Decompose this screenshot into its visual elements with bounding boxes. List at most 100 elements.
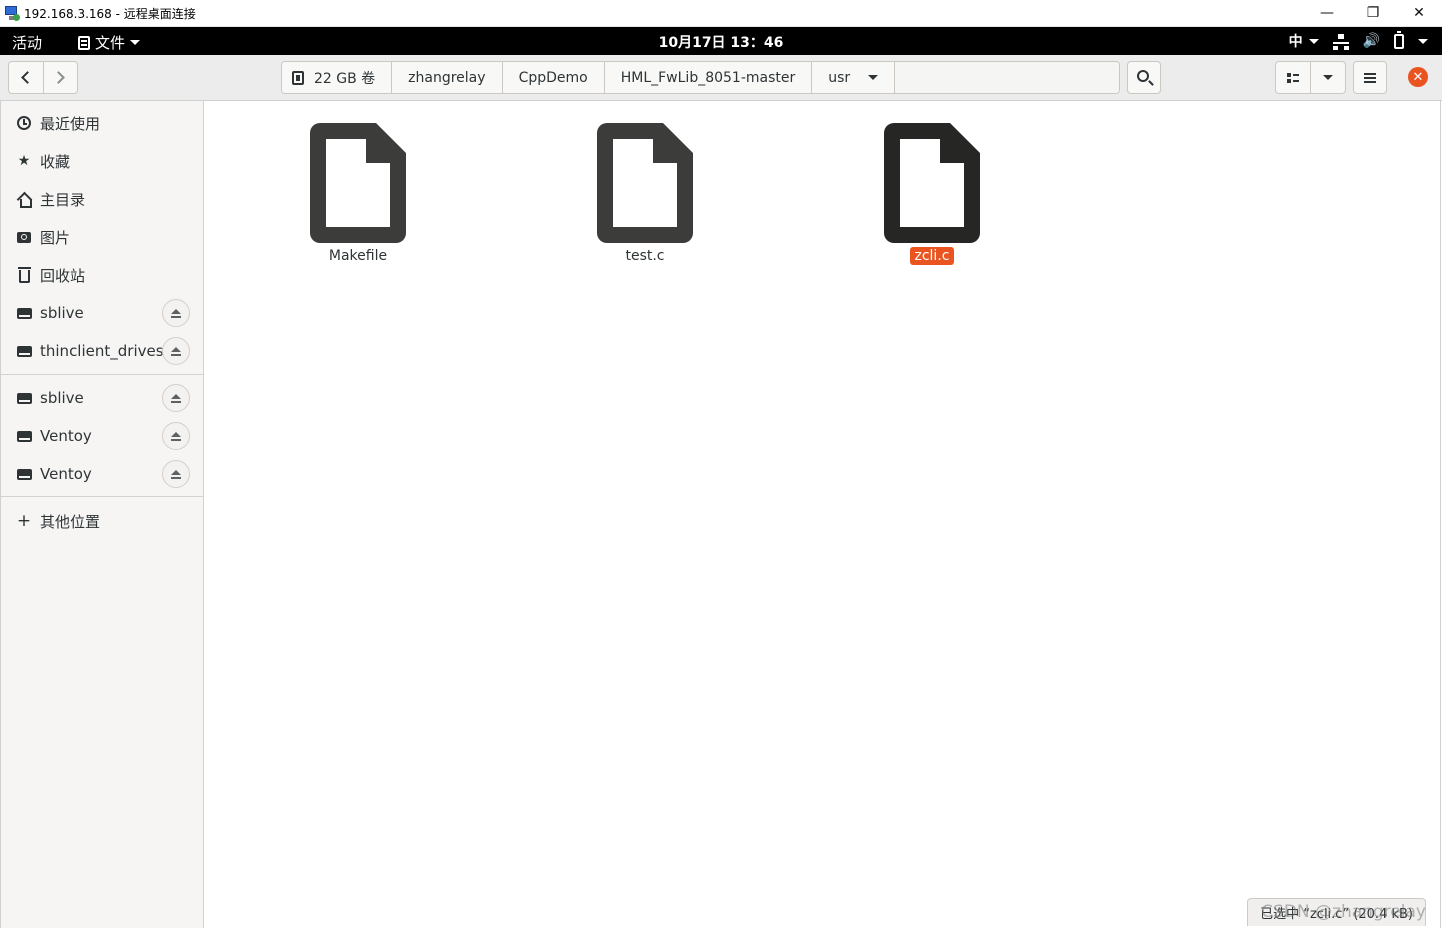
view-options-button[interactable] [1310, 62, 1345, 93]
crumb-zhangrelay[interactable]: zhangrelay [392, 62, 503, 93]
sidebar-item-label: 最近使用 [40, 114, 101, 133]
path-bar-empty [895, 62, 1119, 93]
sidebar-item-ventoy[interactable]: Ventoy [1, 417, 204, 455]
sidebar-item-home[interactable]: 主目录 [1, 180, 204, 218]
path-bar: 22 GB 卷 zhangrelay CppDemo HML_FwLib_805… [281, 61, 1120, 94]
drive-chip-icon [292, 70, 304, 85]
sidebar-item-label: 图片 [40, 228, 71, 247]
drive-icon [16, 428, 32, 444]
eject-icon [171, 393, 181, 399]
sidebar-item-label: 主目录 [40, 190, 86, 209]
eject-icon [171, 469, 181, 475]
home-icon [16, 191, 32, 208]
sidebar-item-label: sblive [40, 304, 84, 322]
remote-desktop-icon [4, 5, 20, 21]
sidebar-item-label: 其他位置 [40, 512, 101, 531]
sidebar-item-sblive-2[interactable]: sblive [1, 379, 204, 417]
navigation-buttons [8, 61, 78, 94]
crumb-hml-fwlib[interactable]: HML_FwLib_8051-master [604, 62, 813, 93]
input-method-menu[interactable]: 中 [1289, 31, 1319, 51]
eject-button[interactable] [162, 384, 190, 412]
sidebar-item-trash[interactable]: 回收站 [1, 256, 204, 294]
crumb-label: usr [828, 69, 851, 86]
eject-button[interactable] [162, 337, 190, 365]
file-name: test.c [625, 248, 665, 264]
crumb-cppdemo[interactable]: CppDemo [502, 62, 605, 93]
system-tray: 中 🔊 [1289, 30, 1428, 51]
system-menu-chevron-icon[interactable] [1418, 38, 1428, 44]
search-icon [1136, 70, 1149, 82]
plus-icon: + [16, 511, 32, 531]
trash-icon [16, 266, 32, 283]
eject-icon [171, 346, 181, 352]
sidebar-item-label: 回收站 [40, 266, 86, 285]
sidebar-item-ventoy-2[interactable]: Ventoy [1, 455, 204, 493]
main-menu-button[interactable] [1353, 61, 1387, 94]
eject-icon [171, 431, 181, 437]
rdp-window-title: 192.168.3.168 - 远程桌面连接 [24, 6, 196, 21]
chevron-right-icon [51, 71, 65, 84]
file-item[interactable]: Makefile [288, 123, 428, 265]
sidebar-item-label: Ventoy [40, 427, 92, 445]
sidebar-item-label: thinclient_drives [40, 342, 164, 360]
sidebar: 最近使用 ★ 收藏 主目录 图片 回收站 sblive thinclient_d… [0, 101, 204, 928]
eject-button[interactable] [162, 422, 190, 450]
close-window-button[interactable]: ✕ [1408, 67, 1428, 87]
document-icon [310, 123, 406, 243]
chevron-left-icon [21, 71, 35, 84]
rdp-title-bar: 192.168.3.168 - 远程桌面连接 — ❐ ✕ [0, 0, 1442, 27]
close-window-button[interactable]: ✕ [1396, 0, 1442, 26]
file-name: Makefile [328, 248, 388, 264]
list-view-button[interactable] [1276, 62, 1310, 93]
back-button[interactable] [9, 62, 43, 93]
clock-icon [16, 115, 32, 131]
crumb-current-usr[interactable]: usr [812, 62, 896, 93]
minimize-button[interactable]: — [1304, 0, 1350, 26]
star-icon: ★ [17, 153, 31, 169]
crumb-label: 22 GB 卷 [314, 70, 376, 87]
sidebar-item-recent[interactable]: 最近使用 [1, 104, 204, 142]
drive-icon [16, 390, 32, 406]
sidebar-item-other-locations[interactable]: + 其他位置 [1, 502, 204, 540]
sidebar-separator [1, 374, 204, 375]
document-icon [597, 123, 693, 243]
eject-button[interactable] [162, 299, 190, 327]
file-item-selected[interactable]: zcli.c [862, 123, 1002, 265]
file-icon-view[interactable]: Makefile test.c zcli.c 已选中 “zcli.c” (20.… [204, 101, 1441, 928]
drive-icon [16, 343, 32, 359]
eject-icon [171, 308, 181, 314]
selection-status-bar: 已选中 “zcli.c” (20.4 kB) [1247, 898, 1426, 926]
drive-icon [16, 305, 32, 321]
chevron-down-icon [868, 75, 879, 80]
close-icon: ✕ [1412, 69, 1424, 85]
sidebar-item-label: Ventoy [40, 465, 92, 483]
network-icon[interactable] [1332, 34, 1349, 50]
search-button[interactable] [1127, 61, 1161, 94]
view-buttons [1275, 61, 1346, 94]
drive-icon [16, 466, 32, 482]
sidebar-item-label: sblive [40, 389, 84, 407]
sidebar-item-starred[interactable]: ★ 收藏 [1, 142, 204, 180]
sidebar-separator [1, 496, 204, 497]
clock[interactable]: 10月17日 13：46 [0, 32, 1442, 52]
file-name: zcli.c [909, 247, 955, 265]
sidebar-item-label: 收藏 [40, 152, 71, 171]
input-method-label: 中 [1288, 34, 1303, 50]
chevron-down-icon [1308, 38, 1319, 44]
hamburger-icon [1364, 76, 1376, 79]
sidebar-item-thinclient-drives[interactable]: thinclient_drives [1, 332, 204, 370]
sidebar-item-pictures[interactable]: 图片 [1, 218, 204, 256]
header-bar: 22 GB 卷 zhangrelay CppDemo HML_FwLib_805… [0, 55, 1442, 101]
file-item[interactable]: test.c [575, 123, 715, 265]
battery-icon[interactable] [1394, 30, 1404, 49]
forward-button[interactable] [42, 62, 78, 93]
sidebar-item-sblive[interactable]: sblive [1, 294, 204, 332]
restore-button[interactable]: ❐ [1350, 0, 1396, 26]
window-controls: — ❐ ✕ [1304, 0, 1442, 26]
eject-button[interactable] [162, 460, 190, 488]
chevron-down-icon [1323, 75, 1333, 80]
document-icon [884, 123, 980, 243]
gnome-top-bar: 活动 文件 10月17日 13：46 中 🔊 [0, 27, 1442, 55]
volume-icon[interactable]: 🔊 [1363, 33, 1380, 49]
crumb-volume[interactable]: 22 GB 卷 [282, 62, 393, 93]
